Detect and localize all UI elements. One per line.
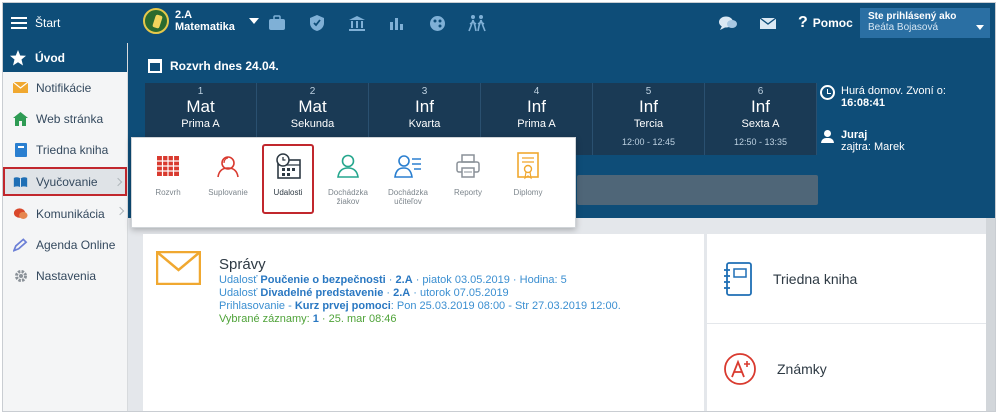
schedule-title: Rozvrh dnes 24.04. xyxy=(148,59,279,73)
bell-time: 16:08:41 xyxy=(841,97,886,109)
sidebar-item-label: Triedna kniha xyxy=(36,142,109,157)
chat-icon xyxy=(13,206,28,221)
user-name: Beáta Bojasová xyxy=(868,22,939,33)
help-button[interactable]: ? Pomoc xyxy=(798,14,853,32)
substitute-icon xyxy=(202,150,254,182)
class-book-label: Triedna kniha xyxy=(773,270,858,287)
start-label: Štart xyxy=(35,16,61,30)
class-book-card[interactable]: Triedna kniha xyxy=(707,234,986,323)
grade-a-plus-icon xyxy=(724,352,756,385)
sidebar-item-label: Web stránka xyxy=(36,111,104,126)
scroll-edge xyxy=(986,218,995,411)
sidebar-item-label: Notifikácie xyxy=(36,80,92,95)
briefcase-icon[interactable] xyxy=(267,13,287,33)
submenu-diplomy[interactable]: Diplomy xyxy=(502,144,554,216)
sidebar-item-web-stranka[interactable]: Web stránka xyxy=(3,103,127,134)
hamburger-icon xyxy=(11,17,27,29)
chat-icon[interactable] xyxy=(718,13,738,33)
message-item[interactable]: Prihlasovanie - Kurz prvej pomoci: Pon 2… xyxy=(219,300,621,313)
grades-card[interactable]: Známky xyxy=(707,324,986,411)
sidebar-item-label: Úvod xyxy=(35,50,65,65)
message-item[interactable]: Udalosť Divadelné predstavenie · 2.A · u… xyxy=(219,287,621,300)
envelope-icon xyxy=(13,80,28,95)
class-avatar-icon xyxy=(143,8,169,34)
chevron-down-icon xyxy=(976,25,984,30)
message-item[interactable]: Udalosť Poučenie o bezpečnosti · 2.A · p… xyxy=(219,274,621,287)
user-menu[interactable]: Ste prihlásený ako Beáta Bojasová xyxy=(860,8,990,38)
sidebar-item-komunikacia[interactable]: Komunikácia xyxy=(3,198,127,229)
timetable-icon xyxy=(142,150,194,182)
open-book-icon xyxy=(13,174,28,189)
sidebar-item-label: Agenda Online xyxy=(36,237,116,252)
envelope-icon[interactable] xyxy=(758,13,778,33)
sidebar-item-notifikacie[interactable]: Notifikácie xyxy=(3,72,127,103)
home-icon xyxy=(13,111,28,126)
sidebar-item-vyucovanie[interactable]: Vyučovanie xyxy=(3,167,127,196)
envelope-icon xyxy=(156,251,201,285)
search-bar[interactable] xyxy=(577,175,818,205)
calendar-icon xyxy=(148,59,162,73)
sidebar-item-uvod[interactable]: Úvod xyxy=(3,43,127,72)
submenu-dochadzka-ziakov[interactable]: Dochádzka žiakov xyxy=(322,144,374,216)
submenu-udalosti[interactable]: Udalosti xyxy=(262,144,314,214)
duty-next: zajtra: Marek xyxy=(841,141,905,153)
sidebar-item-label: Komunikácia xyxy=(36,206,105,221)
person-icon xyxy=(820,129,835,144)
vyucovanie-submenu: Rozvrh Suplovanie Udalosti Dochádzka žia… xyxy=(131,137,576,228)
class-selector[interactable]: 2.A Matematika xyxy=(143,8,259,34)
messages-panel: Správy Udalosť Poučenie o bezpečnosti · … xyxy=(143,234,704,411)
quick-cards: Triedna kniha Známky xyxy=(707,234,986,411)
top-nav-icons xyxy=(267,3,487,43)
messages-title: Správy xyxy=(219,256,266,273)
chevron-right-icon xyxy=(115,206,125,216)
submenu-suplovanie[interactable]: Suplovanie xyxy=(202,144,254,216)
book-icon xyxy=(13,142,28,157)
sidebar-item-nastavenia[interactable]: Nastavenia xyxy=(3,260,127,291)
help-label: Pomoc xyxy=(812,16,853,30)
printer-icon xyxy=(442,150,494,182)
user-line1: Ste prihlásený ako xyxy=(868,11,957,22)
chevron-right-icon xyxy=(113,177,123,187)
calendar-clock-icon xyxy=(264,150,312,182)
gear-icon xyxy=(13,268,28,283)
pen-icon xyxy=(13,237,28,252)
chevron-down-icon xyxy=(248,18,259,24)
period-cell[interactable]: 6 Inf Sexta A 12:50 - 13:35 xyxy=(705,83,817,155)
teacher-attendance-icon xyxy=(382,150,434,182)
star-icon xyxy=(10,49,26,65)
student-attendance-icon xyxy=(322,150,374,182)
duty-person: Juraj xyxy=(841,129,868,141)
clock-icon xyxy=(820,85,835,100)
grades-label: Známky xyxy=(777,360,827,377)
sidebar: Úvod Notifikácie Web stránka Triedna kni… xyxy=(3,43,128,411)
subject-name: Matematika xyxy=(175,21,235,33)
question-icon: ? xyxy=(798,14,808,31)
submenu-rozvrh[interactable]: Rozvrh xyxy=(142,144,194,216)
sidebar-item-agenda-online[interactable]: Agenda Online xyxy=(3,229,127,260)
messages-list: Udalosť Poučenie o bezpečnosti · 2.A · p… xyxy=(219,274,621,326)
institution-icon[interactable] xyxy=(347,13,367,33)
shield-icon[interactable] xyxy=(307,13,327,33)
people-walking-icon[interactable] xyxy=(467,13,487,33)
selected-records[interactable]: Vybrané záznamy: 1 · 25. mar 08:46 xyxy=(219,313,621,326)
period-cell[interactable]: 5 Inf Tercia 12:00 - 12:45 xyxy=(593,83,705,155)
sidebar-item-triedna-kniha[interactable]: Triedna kniha xyxy=(3,134,127,165)
bar-chart-icon[interactable] xyxy=(387,13,407,33)
palette-icon[interactable] xyxy=(427,13,447,33)
top-bar: Štart 2.A Matematika ? Pomoc Ste prihlás… xyxy=(3,3,995,43)
submenu-dochadzka-ucitelov[interactable]: Dochádzka učiteľov xyxy=(382,144,434,216)
notebook-icon xyxy=(724,261,752,296)
bell-text: Hurá domov. Zvoní o: xyxy=(841,85,946,97)
app-window: Štart 2.A Matematika ? Pomoc Ste prihlás… xyxy=(2,2,996,412)
start-menu-button[interactable]: Štart xyxy=(3,3,128,43)
diploma-icon xyxy=(502,150,554,182)
submenu-reporty[interactable]: Reporty xyxy=(442,144,494,216)
class-name: 2.A xyxy=(175,9,193,21)
sidebar-item-label: Vyučovanie xyxy=(36,174,98,189)
top-right-tools: ? Pomoc xyxy=(718,3,853,43)
sidebar-item-label: Nastavenia xyxy=(36,268,97,283)
schedule-side-info: Hurá domov. Zvoní o: 16:08:41 Juraj zajt… xyxy=(820,85,946,173)
